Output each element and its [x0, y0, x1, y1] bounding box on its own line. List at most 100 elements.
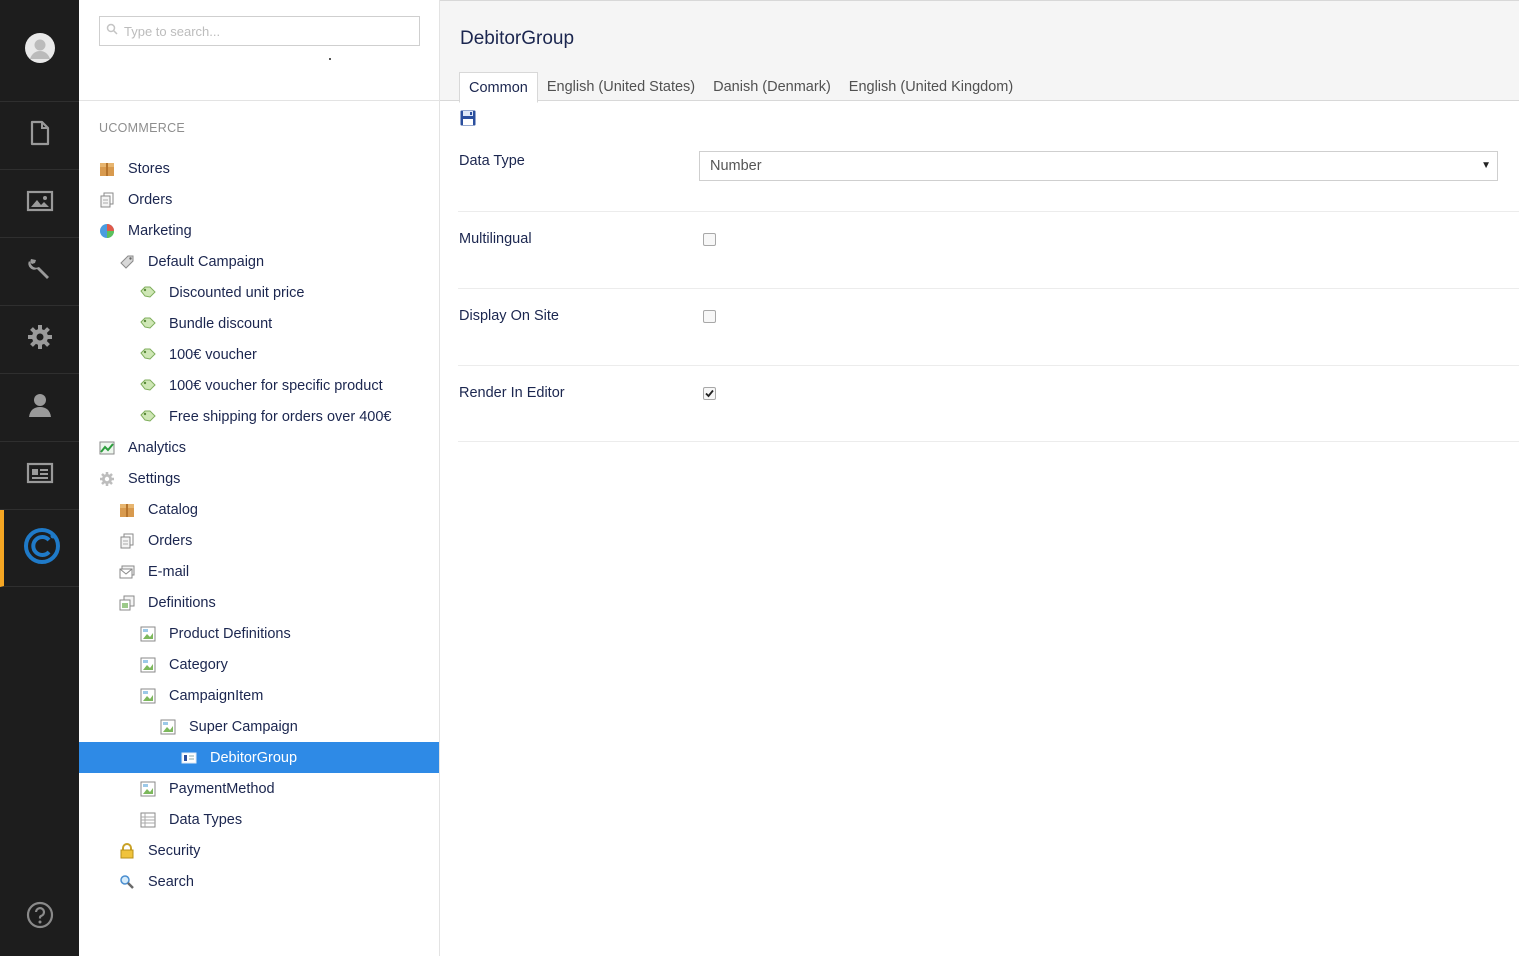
tree-section-title: UCOMMERCE — [99, 121, 186, 135]
tree-node-bundle-discount[interactable]: Bundle discount — [79, 308, 439, 339]
rail-settings[interactable] — [0, 306, 79, 374]
app-rail — [0, 0, 79, 956]
tree-node-label: 100€ voucher — [169, 346, 257, 363]
rail-developer[interactable] — [0, 238, 79, 306]
user-icon — [27, 392, 53, 423]
tab-bar: Common English (United States) Danish (D… — [459, 72, 1022, 103]
green-tag-icon — [140, 316, 156, 332]
rail-media[interactable] — [0, 170, 79, 238]
tree-node-debitorgroup[interactable]: DebitorGroup — [79, 742, 439, 773]
multilingual-label: Multilingual — [459, 231, 532, 247]
help-icon — [26, 901, 54, 934]
tree-node-label: Category — [169, 656, 228, 673]
definition-icon — [140, 626, 156, 642]
tree-node-label: E-mail — [148, 563, 190, 580]
tree-node-100-voucher[interactable]: 100€ voucher — [79, 339, 439, 370]
ucommerce-logo-icon — [22, 526, 62, 571]
lock-icon — [119, 842, 135, 859]
tree-node-orders[interactable]: Orders — [79, 184, 439, 215]
tree-node-label: Default Campaign — [148, 253, 265, 270]
display-on-site-checkbox[interactable] — [703, 310, 716, 323]
rail-help[interactable] — [0, 901, 79, 934]
tree-node-definitions[interactable]: Definitions — [79, 587, 439, 618]
tree-node-label: Marketing — [128, 222, 192, 239]
tree-node-100-voucher-for-specific-product[interactable]: 100€ voucher for specific product — [79, 370, 439, 401]
page-title: DebitorGroup — [460, 28, 575, 49]
tab-english-us[interactable]: English (United States) — [538, 72, 704, 102]
tree-node-security[interactable]: Security — [79, 835, 439, 866]
field-icon — [181, 750, 197, 766]
definition-icon — [140, 688, 156, 704]
tree-node-label: PaymentMethod — [169, 780, 275, 797]
tree-node-label: Data Types — [169, 811, 243, 828]
tree-node-orders[interactable]: Orders — [79, 525, 439, 556]
green-tag-icon — [140, 378, 156, 394]
tree-node-campaignitem[interactable]: CampaignItem — [79, 680, 439, 711]
magnifier-icon — [119, 874, 135, 890]
save-icon[interactable] — [460, 110, 476, 126]
data-type-select[interactable]: Number ▼ — [699, 151, 1498, 181]
display-on-site-row: Display On Site — [458, 289, 1519, 366]
document-icon — [29, 120, 51, 151]
tab-english-uk[interactable]: English (United Kingdom) — [840, 72, 1022, 102]
data-types-icon — [140, 812, 156, 828]
definition-icon — [140, 657, 156, 673]
editor-header: DebitorGroup Common English (United Stat… — [440, 0, 1519, 103]
tree-node-search[interactable]: Search — [79, 866, 439, 897]
orders-icon — [99, 192, 115, 208]
orders-icon — [119, 533, 135, 549]
tree-node-paymentmethod[interactable]: PaymentMethod — [79, 773, 439, 804]
render-in-editor-row: Render In Editor — [458, 366, 1519, 442]
tab-danish[interactable]: Danish (Denmark) — [704, 72, 840, 102]
tree-node-label: Settings — [128, 470, 181, 487]
tree-node-label: Catalog — [148, 501, 198, 518]
tree-node-label: Bundle discount — [169, 315, 273, 332]
search-box — [99, 16, 420, 46]
rail-users[interactable] — [0, 374, 79, 442]
multilingual-checkbox[interactable] — [703, 233, 716, 246]
tag-icon — [119, 254, 135, 270]
tree-node-discounted-unit-price[interactable]: Discounted unit price — [79, 277, 439, 308]
tree-node-super-campaign[interactable]: Super Campaign — [79, 711, 439, 742]
tree-node-label: Discounted unit price — [169, 284, 305, 301]
multilingual-row: Multilingual — [458, 212, 1519, 289]
tree-node-category[interactable]: Category — [79, 649, 439, 680]
tree-node-label: Product Definitions — [169, 625, 291, 642]
tree-panel: UCOMMERCE Stores Orders Marketing Default C… — [79, 0, 440, 956]
tree-node-settings[interactable]: Settings — [79, 463, 439, 494]
tree-node-analytics[interactable]: Analytics — [79, 432, 439, 463]
rail-members[interactable] — [0, 442, 79, 510]
email-icon — [119, 564, 135, 580]
tree-node-catalog[interactable]: Catalog — [79, 494, 439, 525]
tree-node-label: 100€ voucher for specific product — [169, 377, 383, 394]
search-input[interactable] — [124, 23, 404, 39]
display-on-site-label: Display On Site — [459, 308, 559, 324]
avatar[interactable] — [24, 33, 55, 68]
tree-node-label: DebitorGroup — [210, 749, 298, 766]
tree-node-label: CampaignItem — [169, 687, 264, 704]
pie-chart-icon — [99, 223, 115, 239]
image-icon — [26, 190, 54, 217]
tab-common[interactable]: Common — [459, 72, 538, 103]
tree-list: Stores Orders Marketing Default Campaign Dis… — [79, 153, 439, 897]
tree-node-data-types[interactable]: Data Types — [79, 804, 439, 835]
tree-node-default-campaign[interactable]: Default Campaign — [79, 246, 439, 277]
tree-node-free-shipping-for-orders-over-400[interactable]: Free shipping for orders over 400€ — [79, 401, 439, 432]
tree-node-marketing[interactable]: Marketing — [79, 215, 439, 246]
search-icon — [106, 22, 118, 40]
definitions-icon — [119, 595, 135, 611]
render-in-editor-label: Render In Editor — [459, 385, 565, 401]
tree-node-label: Orders — [128, 191, 173, 208]
tree-node-e-mail[interactable]: E-mail — [79, 556, 439, 587]
rail-content[interactable] — [0, 102, 79, 170]
package-icon — [119, 502, 135, 518]
gear-icon — [27, 324, 53, 355]
green-tag-icon — [140, 285, 156, 301]
tree-node-stores[interactable]: Stores — [79, 153, 439, 184]
tree-node-label: Super Campaign — [189, 718, 298, 735]
rail-ucommerce[interactable] — [0, 510, 79, 587]
render-in-editor-checkbox[interactable] — [703, 387, 716, 400]
green-tag-icon — [140, 347, 156, 363]
tree-node-product-definitions[interactable]: Product Definitions — [79, 618, 439, 649]
tree-node-label: Free shipping for orders over 400€ — [169, 408, 392, 425]
